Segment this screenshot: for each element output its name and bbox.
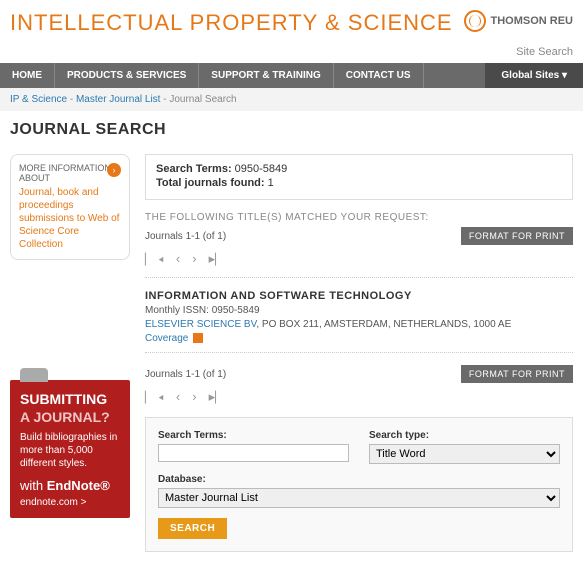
breadcrumb-current: Journal Search bbox=[169, 94, 236, 105]
promo-title: SUBMITTING bbox=[20, 392, 120, 407]
site-search-label[interactable]: Site Search bbox=[0, 41, 583, 63]
nav-global-sites[interactable]: Global Sites ▾ bbox=[485, 63, 583, 88]
promo-text: Build bibliographies in more than 5,000 … bbox=[20, 431, 120, 470]
chevron-right-icon: › bbox=[107, 163, 121, 177]
search-button[interactable]: SEARCH bbox=[158, 518, 227, 539]
pager-controls-bottom: ⎸◂ ‹ › ▸⎸ bbox=[145, 389, 573, 405]
page-title: JOURNAL SEARCH bbox=[10, 121, 573, 139]
pager-text-top: Journals 1-1 (of 1) bbox=[145, 231, 226, 242]
journal-result: INFORMATION AND SOFTWARE TECHNOLOGY Mont… bbox=[145, 290, 573, 344]
database-label: Database: bbox=[158, 474, 560, 485]
pager-controls-top: ⎸◂ ‹ › ▸⎸ bbox=[145, 251, 573, 267]
main-nav: HOME PRODUCTS & SERVICES SUPPORT & TRAIN… bbox=[0, 63, 583, 88]
thomson-icon bbox=[464, 10, 486, 32]
promo-endnote[interactable]: SUBMITTING A JOURNAL? Build bibliographi… bbox=[10, 380, 130, 518]
pager-first-icon[interactable]: ⎸◂ bbox=[145, 389, 164, 405]
pager-last-icon[interactable]: ▸⎸ bbox=[209, 251, 229, 267]
info-label: MORE INFORMATION ABOUT bbox=[19, 163, 121, 183]
coverage-icon bbox=[193, 333, 203, 343]
pager-first-icon[interactable]: ⎸◂ bbox=[145, 251, 164, 267]
total-found-value: 1 bbox=[268, 177, 274, 189]
journal-address: , PO BOX 211, AMSTERDAM, NETHERLANDS, 10… bbox=[256, 319, 511, 330]
brand-text: THOMSON REU bbox=[491, 15, 574, 27]
divider bbox=[145, 352, 573, 353]
promo-with: with EndNote® bbox=[20, 478, 120, 493]
search-type-label: Search type: bbox=[369, 430, 560, 441]
total-found-label: Total journals found: bbox=[156, 177, 265, 189]
pager-text-bottom: Journals 1-1 (of 1) bbox=[145, 369, 226, 380]
breadcrumb-master[interactable]: Master Journal List bbox=[76, 94, 160, 105]
brand-logo: THOMSON REU bbox=[464, 10, 574, 32]
pager-next-icon[interactable]: › bbox=[192, 389, 196, 405]
database-select[interactable]: Master Journal List bbox=[158, 488, 560, 508]
coverage-link[interactable]: Coverage bbox=[145, 333, 573, 344]
results-summary: Search Terms: 0950-5849 Total journals f… bbox=[145, 154, 573, 200]
promo-subtitle: A JOURNAL? bbox=[20, 409, 120, 425]
pager-prev-icon[interactable]: ‹ bbox=[176, 389, 180, 405]
search-terms-label: Search Terms: bbox=[156, 163, 232, 175]
match-label: THE FOLLOWING TITLE(S) MATCHED YOUR REQU… bbox=[145, 212, 573, 223]
promo-tab-icon bbox=[20, 368, 48, 382]
nav-contact[interactable]: CONTACT US bbox=[334, 63, 424, 88]
journal-issn: Monthly ISSN: 0950-5849 bbox=[145, 305, 573, 316]
pager-prev-icon[interactable]: ‹ bbox=[176, 251, 180, 267]
info-link[interactable]: Journal, book and proceedings submission… bbox=[19, 186, 121, 251]
nav-spacer bbox=[424, 63, 486, 88]
search-form: Search Terms: Search type: Title Word Da… bbox=[145, 417, 573, 552]
info-box[interactable]: › MORE INFORMATION ABOUT Journal, book a… bbox=[10, 154, 130, 260]
breadcrumb: IP & Science - Master Journal List - Jou… bbox=[0, 88, 583, 111]
nav-support[interactable]: SUPPORT & TRAINING bbox=[199, 63, 333, 88]
search-type-select[interactable]: Title Word bbox=[369, 444, 560, 464]
journal-publisher-link[interactable]: ELSEVIER SCIENCE BV bbox=[145, 319, 256, 330]
search-terms-input[interactable] bbox=[158, 444, 349, 462]
pager-next-icon[interactable]: › bbox=[192, 251, 196, 267]
promo-endnote-text: EndNote® bbox=[47, 478, 110, 493]
format-print-button-bottom[interactable]: FORMAT FOR PRINT bbox=[461, 365, 573, 383]
journal-title: INFORMATION AND SOFTWARE TECHNOLOGY bbox=[145, 290, 573, 302]
search-terms-value: 0950-5849 bbox=[235, 163, 288, 175]
breadcrumb-ip[interactable]: IP & Science bbox=[10, 94, 67, 105]
format-print-button-top[interactable]: FORMAT FOR PRINT bbox=[461, 227, 573, 245]
nav-home[interactable]: HOME bbox=[0, 63, 55, 88]
divider bbox=[145, 277, 573, 278]
nav-products[interactable]: PRODUCTS & SERVICES bbox=[55, 63, 199, 88]
promo-url-link[interactable]: endnote.com > bbox=[20, 497, 120, 508]
pager-last-icon[interactable]: ▸⎸ bbox=[209, 389, 229, 405]
search-terms-field-label: Search Terms: bbox=[158, 430, 349, 441]
